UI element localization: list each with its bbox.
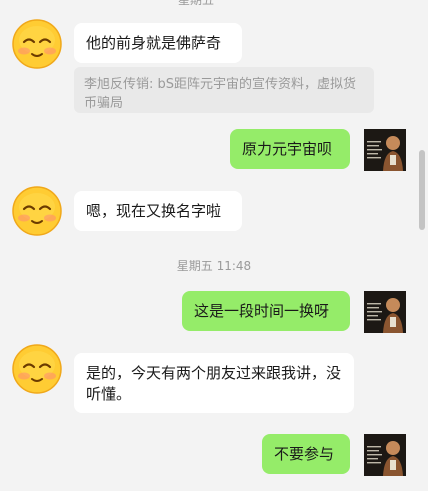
user-photo-avatar-icon[interactable] — [364, 291, 406, 333]
message-bubble[interactable]: 是的，今天有两个朋友过来跟我讲，没听懂。 — [74, 353, 354, 413]
message-bubble[interactable]: 嗯，现在又换名字啦 — [74, 191, 242, 231]
user-photo-avatar-icon[interactable] — [364, 129, 406, 171]
emoji-avatar-icon[interactable] — [9, 16, 65, 72]
message-bubble[interactable]: 他的前身就是佛萨奇 — [74, 23, 242, 63]
message-timestamp: 星期五 11:48 — [176, 259, 252, 273]
message-text: 是的，今天有两个朋友过来跟我讲，没听懂。 — [86, 364, 342, 403]
message-text: 不要参与 — [274, 445, 335, 463]
cut-off-timestamp-text: 星期五 — [178, 0, 215, 7]
cut-off-timestamp: 星期五 — [0, 0, 428, 7]
message-bubble[interactable]: 原力元宇宙呗 — [230, 129, 350, 169]
quoted-message-text: 李旭反传销: bS距阵元宇宙的宣传资料，虚拟货币骗局 — [84, 77, 357, 111]
emoji-avatar-icon[interactable] — [9, 341, 65, 397]
quoted-message[interactable]: 李旭反传销: bS距阵元宇宙的宣传资料，虚拟货币骗局 — [74, 67, 374, 113]
message-text: 这是一段时间一换呀 — [194, 302, 330, 320]
message-bubble[interactable]: 这是一段时间一换呀 — [182, 291, 350, 331]
vertical-scrollbar[interactable] — [419, 150, 425, 230]
message-text: 原力元宇宙呗 — [242, 140, 333, 158]
message-text: 他的前身就是佛萨奇 — [86, 34, 222, 52]
user-photo-avatar-icon[interactable] — [364, 434, 406, 476]
emoji-avatar-icon[interactable] — [9, 183, 65, 239]
message-text: 嗯，现在又换名字啦 — [86, 202, 222, 220]
message-bubble[interactable]: 不要参与 — [262, 434, 350, 474]
